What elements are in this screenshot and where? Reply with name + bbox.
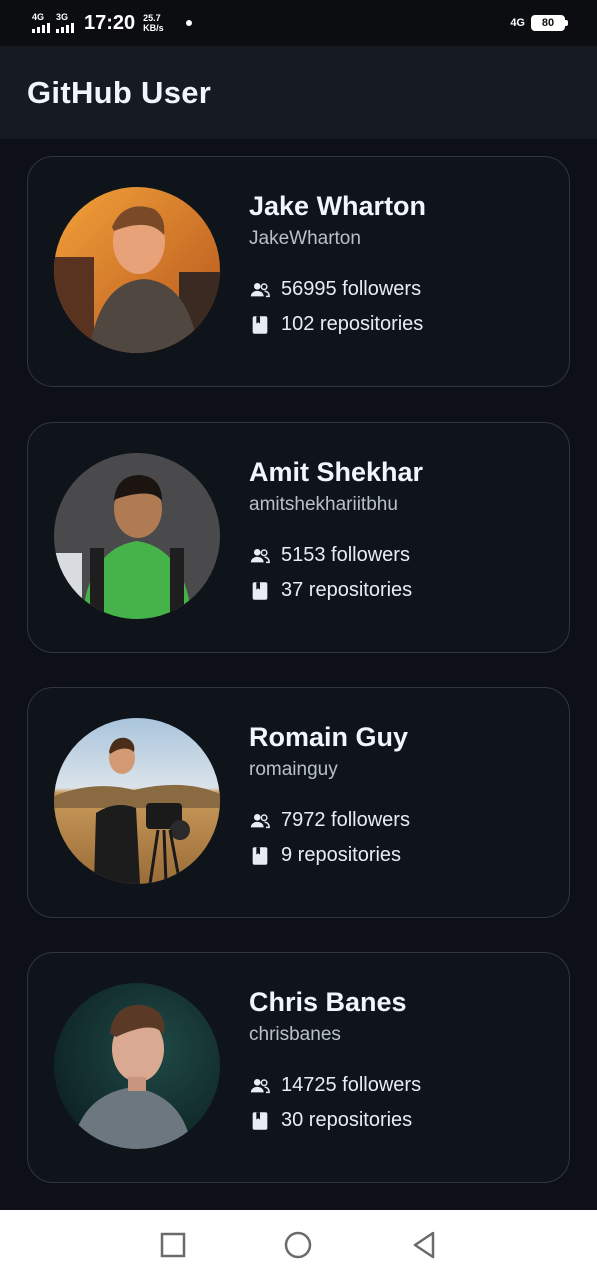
back-button[interactable] (404, 1225, 444, 1265)
status-right: 4G 80 (510, 15, 568, 31)
user-name: Romain Guy (249, 722, 409, 752)
user-card[interactable]: Jake Wharton JakeWharton 56995 followers… (27, 156, 570, 387)
avatar (54, 718, 220, 884)
battery-icon: 80 (531, 15, 568, 31)
followers-stat: 5153 followers (249, 544, 423, 567)
repositories-stat: 30 repositories (249, 1109, 421, 1132)
network-speed: 25.7 KB/s (143, 13, 164, 33)
signal-bars-icon (32, 23, 50, 33)
book-icon (252, 1111, 268, 1130)
app-bar: GitHub User (0, 46, 597, 139)
recent-apps-button[interactable] (153, 1225, 193, 1265)
notification-dot-icon (185, 20, 192, 26)
user-login: amitshekhariitbhu (249, 494, 398, 515)
user-info: Romain Guy romainguy 7972 followers 9 re… (249, 722, 410, 867)
followers-count: 14725 followers (281, 1074, 422, 1096)
user-info: Jake Wharton JakeWharton 56995 followers… (249, 191, 426, 336)
followers-stat: 7972 followers (249, 809, 410, 832)
square-icon (160, 1232, 186, 1258)
avatar (54, 983, 220, 1149)
people-icon (250, 548, 270, 563)
user-name: Amit Shekhar (249, 457, 424, 487)
book-icon (252, 315, 268, 334)
system-nav-bar (0, 1210, 597, 1280)
page-title: GitHub User (27, 74, 212, 110)
signal-bars-icon (56, 23, 74, 33)
signal-sim2: 3G (56, 13, 74, 33)
user-card[interactable]: Chris Banes chrisbanes 14725 followers 3… (27, 952, 570, 1183)
repositories-stat: 37 repositories (249, 579, 423, 602)
avatar (54, 187, 220, 353)
status-bar: 4G 3G 17:20 25.7 KB/s 4G 80 (0, 0, 597, 46)
battery-level: 80 (541, 17, 555, 29)
triangle-back-icon (413, 1231, 435, 1259)
people-icon (250, 1078, 270, 1093)
circle-icon (285, 1231, 312, 1259)
user-info: Amit Shekhar amitshekhariitbhu 5153 foll… (249, 457, 423, 602)
followers-count: 5153 followers (281, 544, 410, 566)
followers-count: 56995 followers (281, 278, 422, 300)
avatar-photo-jake (54, 187, 220, 353)
avatar-photo-romain (54, 718, 220, 884)
repositories-count: 9 repositories (281, 844, 402, 866)
home-button[interactable] (278, 1225, 318, 1265)
repositories-stat: 102 repositories (249, 313, 426, 336)
user-info: Chris Banes chrisbanes 14725 followers 3… (249, 987, 421, 1132)
book-icon (252, 846, 268, 865)
sim2-network-label: 3G (56, 12, 69, 22)
network-type: 4G (510, 17, 525, 29)
user-login: romainguy (249, 759, 338, 780)
user-card[interactable]: Amit Shekhar amitshekhariitbhu 5153 foll… (27, 422, 570, 653)
repositories-stat: 9 repositories (249, 844, 410, 867)
user-name: Chris Banes (249, 987, 407, 1017)
user-login: chrisbanes (249, 1024, 341, 1045)
network-speed-value: 25.7 (143, 13, 161, 23)
followers-count: 7972 followers (281, 809, 410, 831)
followers-stat: 56995 followers (249, 278, 426, 301)
user-login: JakeWharton (249, 228, 361, 249)
avatar-photo-chris (54, 983, 220, 1149)
avatar-photo-amit (54, 453, 220, 619)
sim1-network-label: 4G (32, 12, 45, 22)
people-icon (250, 282, 270, 297)
status-time: 17:20 (84, 11, 136, 34)
repositories-count: 30 repositories (281, 1109, 413, 1131)
people-icon (250, 813, 270, 828)
book-icon (252, 581, 268, 600)
user-card[interactable]: Romain Guy romainguy 7972 followers 9 re… (27, 687, 570, 918)
user-name: Jake Wharton (249, 191, 427, 221)
avatar (54, 453, 220, 619)
signal-sim1: 4G (32, 13, 50, 33)
repositories-count: 37 repositories (281, 579, 413, 601)
followers-stat: 14725 followers (249, 1074, 421, 1097)
network-speed-unit: KB/s (143, 23, 164, 33)
repositories-count: 102 repositories (281, 313, 424, 335)
